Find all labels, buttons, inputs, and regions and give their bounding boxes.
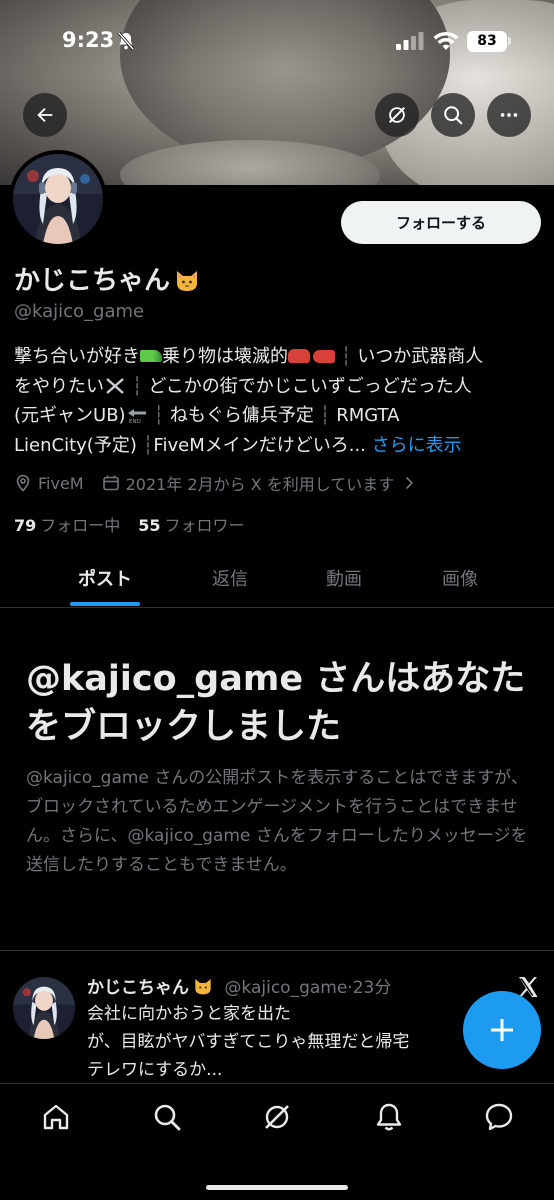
home-icon bbox=[43, 1104, 69, 1130]
car-icon bbox=[288, 349, 310, 363]
plus-icon bbox=[491, 1019, 513, 1041]
water-pistol-icon bbox=[140, 350, 162, 362]
followers-count: 55 bbox=[138, 516, 161, 535]
followers-count-link[interactable]: 55 フォロワー bbox=[138, 516, 244, 535]
tweet-text[interactable]: 会社に向かおうと家を出た が、目眩がヤバすぎてこりゃ無理だと帰宅 テレワにするか… bbox=[87, 1000, 467, 1084]
blocked-title: @kajico_game さんはあなたをブロックしました bbox=[26, 659, 526, 747]
profile-bio: 撃ち合いが好き 乗り物は壊滅的 ┆ いつか武器商人 をやりたい ┆ どこかの街でか… bbox=[14, 342, 544, 460]
tweet-author-name[interactable]: かじこちゃん bbox=[87, 978, 189, 998]
chevron-right-icon bbox=[406, 476, 414, 490]
bio-line: をやりたい ┆ どこかの街でかじこいずごっどだった人 bbox=[14, 375, 472, 397]
tab-videos[interactable]: 動画 bbox=[294, 548, 394, 608]
end-arrow-icon: END bbox=[126, 404, 148, 425]
profile-avatar[interactable] bbox=[9, 150, 107, 248]
calendar-icon bbox=[102, 475, 119, 491]
nav-notifications[interactable] bbox=[373, 1101, 405, 1133]
location-pin-icon bbox=[16, 474, 30, 492]
tweet-time: 23分 bbox=[352, 978, 392, 998]
cat-face-icon bbox=[177, 271, 198, 291]
bio-line: 撃ち合いが好き 乗り物は壊滅的 ┆ いつか武器商人 bbox=[14, 346, 484, 367]
nav-messages[interactable] bbox=[483, 1101, 515, 1133]
profile-tabs: ポスト 返信 動画 画像 bbox=[0, 548, 554, 608]
display-name-text: かじこちゃん bbox=[14, 266, 171, 296]
tab-posts[interactable]: ポスト bbox=[55, 548, 155, 608]
nav-home[interactable] bbox=[40, 1101, 72, 1133]
notifications-icon bbox=[376, 1103, 402, 1131]
profile-handle: @kajico_game bbox=[14, 301, 145, 322]
tab-replies[interactable]: 返信 bbox=[180, 548, 280, 608]
bio-line: LienCity(予定) ┆FiveMメインだけどいろ... さらに表示 bbox=[14, 434, 462, 456]
tab-images[interactable]: 画像 bbox=[410, 548, 510, 608]
joined-date[interactable]: 2021年 2月から X を利用しています bbox=[102, 471, 419, 495]
bell-muted-icon bbox=[117, 32, 135, 50]
bio-line: (元ギャンUB) END ┆ ねもぐら傭兵予定 ┆ RMGTA bbox=[14, 404, 400, 426]
nav-search[interactable] bbox=[151, 1101, 183, 1133]
avatar-image bbox=[13, 154, 103, 244]
search-icon bbox=[444, 106, 463, 125]
active-tab-indicator bbox=[70, 602, 140, 606]
status-bar: 9:23 83 bbox=[0, 22, 554, 62]
profile-meta: FiveM 2021年 2月から X を利用しています bbox=[14, 470, 436, 496]
grok-icon bbox=[388, 106, 406, 124]
show-more-link[interactable]: さらに表示 bbox=[372, 435, 462, 456]
home-indicator bbox=[206, 1185, 348, 1190]
search-button[interactable] bbox=[431, 93, 475, 137]
tweet-avatar[interactable] bbox=[13, 977, 75, 1039]
follow-counts: 79 フォロー中 55 フォロワー bbox=[14, 512, 245, 536]
wifi-icon bbox=[433, 31, 459, 50]
signal-icon bbox=[396, 32, 424, 50]
svg-text:END: END bbox=[129, 419, 141, 424]
grok-button[interactable] bbox=[375, 93, 419, 137]
bottom-nav bbox=[0, 1083, 554, 1200]
tweet-author-handle: @kajico_game bbox=[224, 978, 348, 998]
more-icon bbox=[500, 113, 518, 117]
helicopter-icon bbox=[313, 350, 335, 363]
blocked-body: @kajico_game さんの公開ポストを表示することはできますが、ブロックさ… bbox=[26, 768, 528, 875]
arrow-left-icon bbox=[37, 107, 53, 123]
compose-button[interactable] bbox=[463, 991, 541, 1069]
more-button[interactable] bbox=[487, 93, 531, 137]
search-icon bbox=[154, 1104, 181, 1131]
divider bbox=[0, 950, 554, 951]
display-name: かじこちゃん bbox=[14, 260, 200, 297]
status-time: 9:23 bbox=[62, 28, 115, 52]
back-button[interactable] bbox=[23, 93, 67, 137]
nav-grok[interactable] bbox=[261, 1101, 293, 1133]
battery-indicator: 83 bbox=[467, 31, 507, 52]
tweet-header: かじこちゃん @kajico_game·23分 bbox=[87, 978, 392, 998]
crossed-swords-icon bbox=[104, 375, 126, 394]
messages-icon bbox=[485, 1103, 513, 1131]
grok-icon bbox=[265, 1105, 289, 1129]
follow-button[interactable]: フォローする bbox=[341, 201, 541, 244]
following-count: 79 bbox=[14, 516, 37, 535]
cat-face-icon bbox=[195, 979, 211, 995]
location: FiveM bbox=[14, 474, 84, 493]
following-count-link[interactable]: 79 フォロー中 bbox=[14, 516, 120, 535]
